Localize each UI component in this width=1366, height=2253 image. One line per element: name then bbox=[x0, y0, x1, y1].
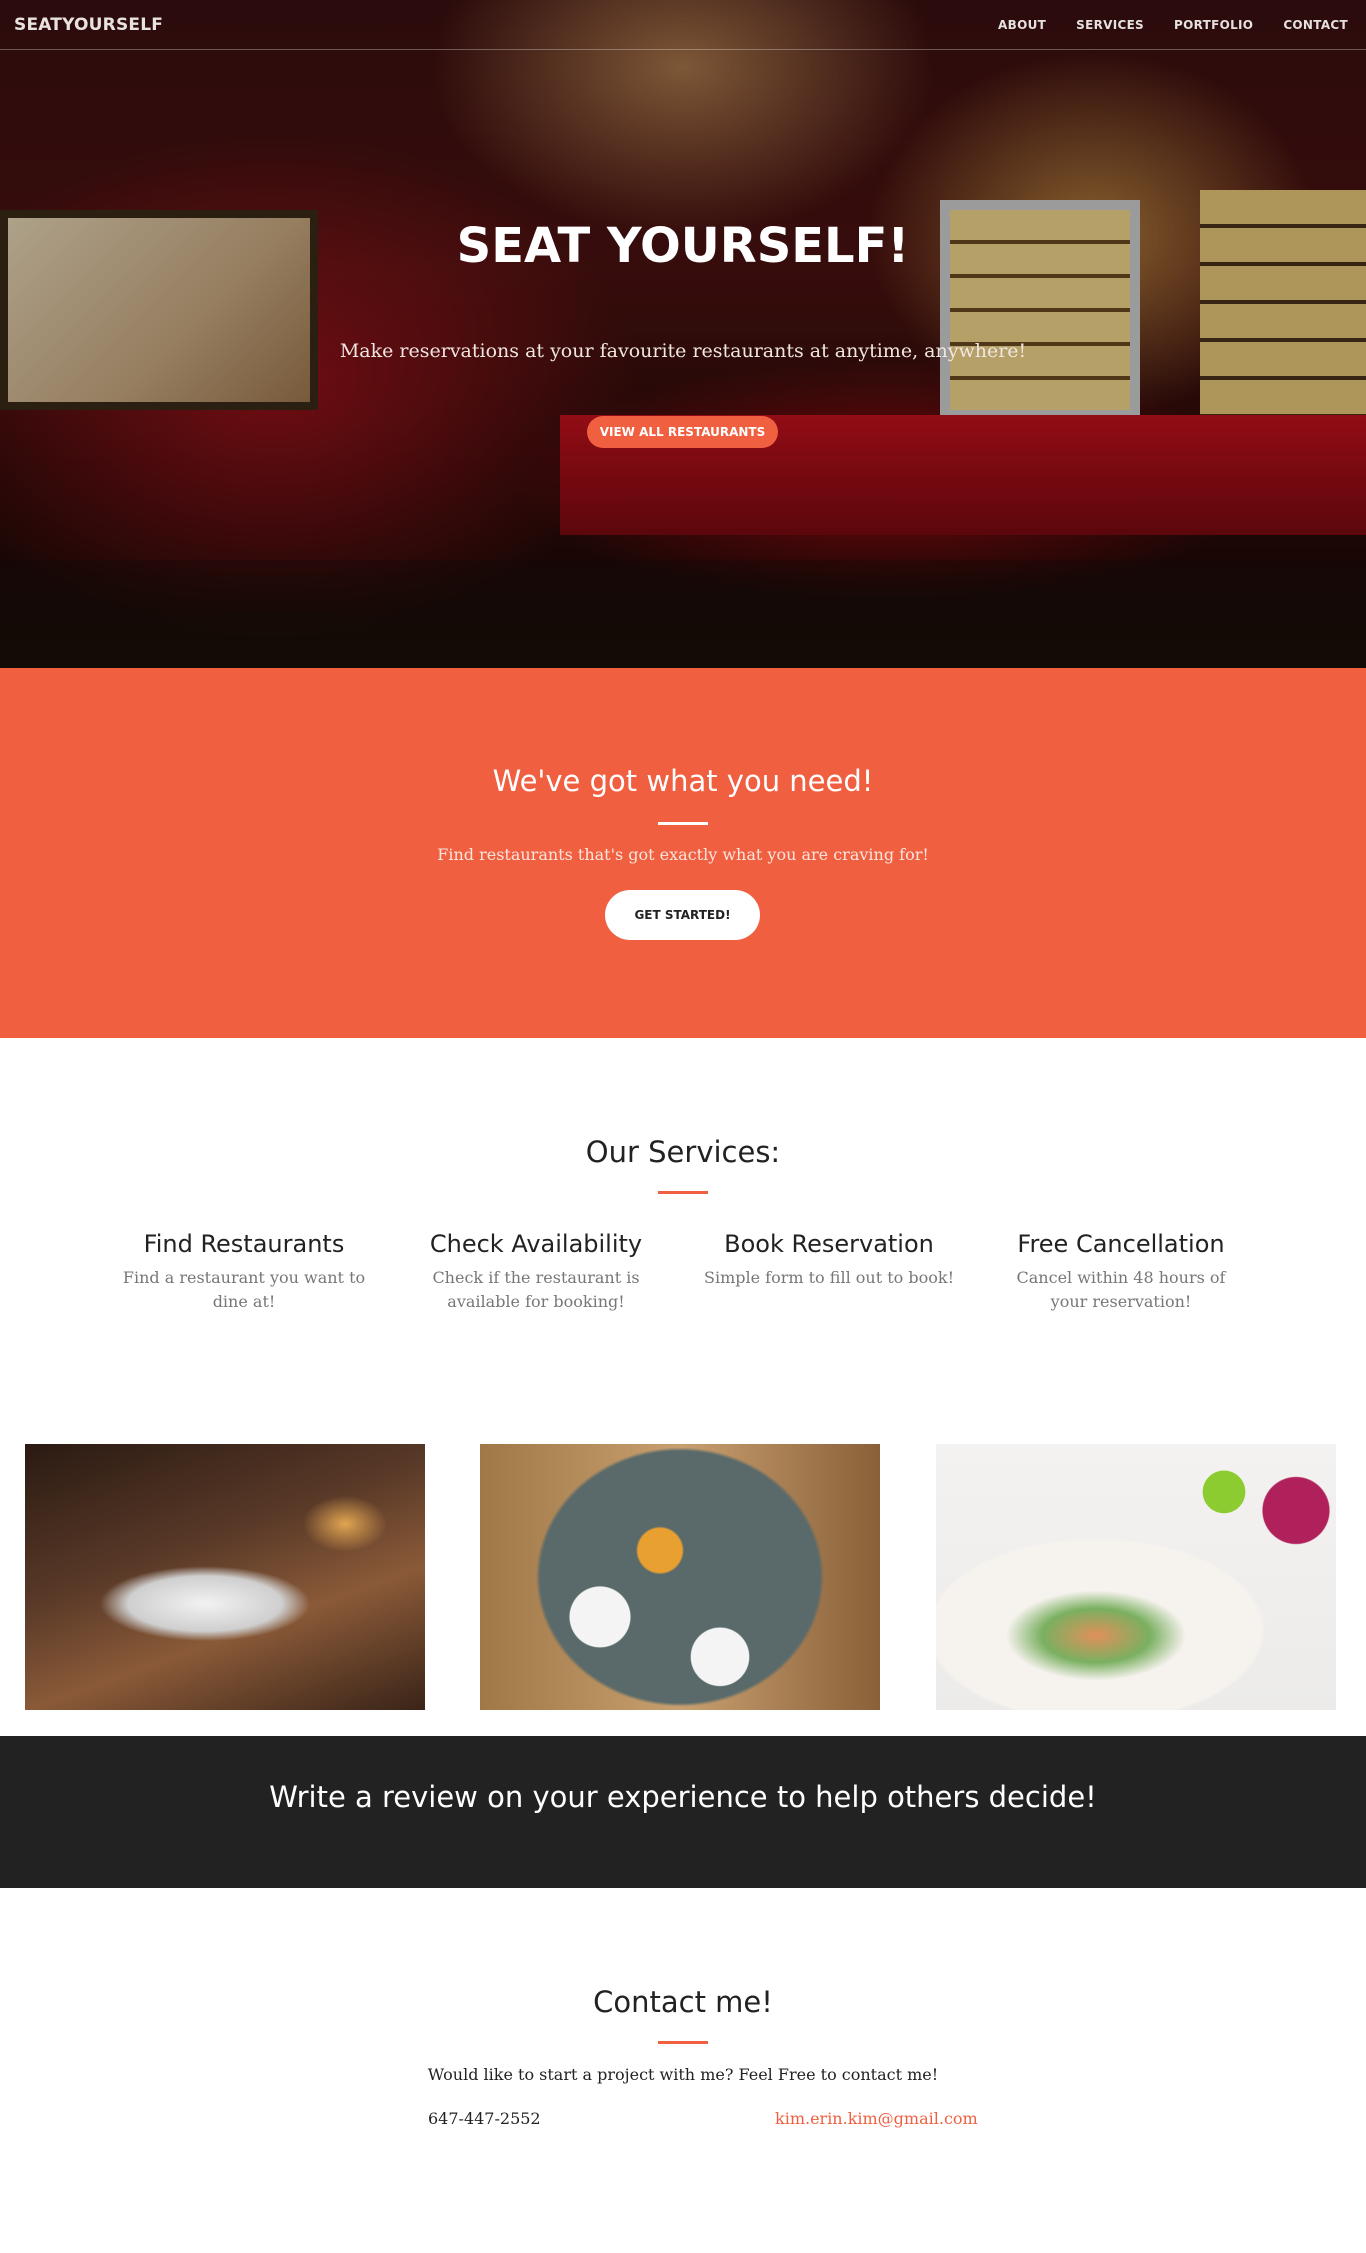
portfolio-image-brunch-table[interactable] bbox=[480, 1444, 880, 1710]
get-started-button[interactable]: GET STARTED! bbox=[605, 890, 760, 940]
brand-logo[interactable]: SEATYOURSELF bbox=[14, 15, 163, 35]
need-text: Find restaurants that's got exactly what… bbox=[437, 845, 929, 864]
service-title: Check Availability bbox=[429, 1230, 643, 1258]
hero-overlay bbox=[0, 0, 1366, 668]
review-text: Write a review on your experience to hel… bbox=[269, 1780, 1097, 1814]
service-find-restaurants: Find Restaurants Find a restaurant you w… bbox=[119, 1230, 369, 1314]
nav-link-portfolio[interactable]: PORTFOLIO bbox=[1174, 18, 1253, 32]
view-all-restaurants-button[interactable]: VIEW ALL RESTAURANTS bbox=[587, 416, 778, 448]
service-check-availability: Check Availability Check if the restaura… bbox=[411, 1230, 661, 1314]
need-section: We've got what you need! Find restaurant… bbox=[0, 668, 1366, 1038]
service-title: Find Restaurants bbox=[143, 1230, 345, 1258]
contact-divider bbox=[658, 2041, 708, 2044]
nav-links: ABOUT SERVICES PORTFOLIO CONTACT bbox=[998, 18, 1352, 32]
service-text: Find a restaurant you want to dine at! bbox=[122, 1268, 366, 1311]
services-divider bbox=[658, 1191, 708, 1194]
portfolio-image-dining-table[interactable] bbox=[25, 1444, 425, 1710]
hero-section: SEAT YOURSELF! Make reservations at your… bbox=[0, 0, 1366, 668]
review-banner: Write a review on your experience to hel… bbox=[0, 1736, 1366, 1888]
hero-title: SEAT YOURSELF! bbox=[456, 218, 910, 274]
need-title: We've got what you need! bbox=[492, 764, 874, 798]
need-divider bbox=[658, 822, 708, 825]
top-navbar: SEATYOURSELF ABOUT SERVICES PORTFOLIO CO… bbox=[0, 0, 1366, 50]
contact-title: Contact me! bbox=[593, 1985, 773, 2019]
service-free-cancellation: Free Cancellation Cancel within 48 hours… bbox=[996, 1230, 1246, 1314]
contact-text: Would like to start a project with me? F… bbox=[427, 2065, 939, 2084]
contact-email-link[interactable]: kim.erin.kim@gmail.com bbox=[775, 2109, 978, 2128]
nav-link-contact[interactable]: CONTACT bbox=[1283, 18, 1348, 32]
service-text: Check if the restaurant is available for… bbox=[432, 1268, 640, 1311]
service-title: Book Reservation bbox=[724, 1230, 934, 1258]
contact-phone[interactable]: 647-447-2552 bbox=[428, 2109, 541, 2128]
services-title: Our Services: bbox=[585, 1135, 781, 1169]
service-book-reservation: Book Reservation Simple form to fill out… bbox=[704, 1230, 954, 1290]
service-text: Simple form to fill out to book! bbox=[704, 1268, 954, 1287]
service-text: Cancel within 48 hours of your reservati… bbox=[1016, 1268, 1226, 1311]
hero-subtitle: Make reservations at your favourite rest… bbox=[339, 340, 1027, 362]
nav-link-services[interactable]: SERVICES bbox=[1076, 18, 1144, 32]
service-title: Free Cancellation bbox=[1017, 1230, 1225, 1258]
nav-link-about[interactable]: ABOUT bbox=[998, 18, 1046, 32]
portfolio-image-salad-plate[interactable] bbox=[936, 1444, 1336, 1710]
